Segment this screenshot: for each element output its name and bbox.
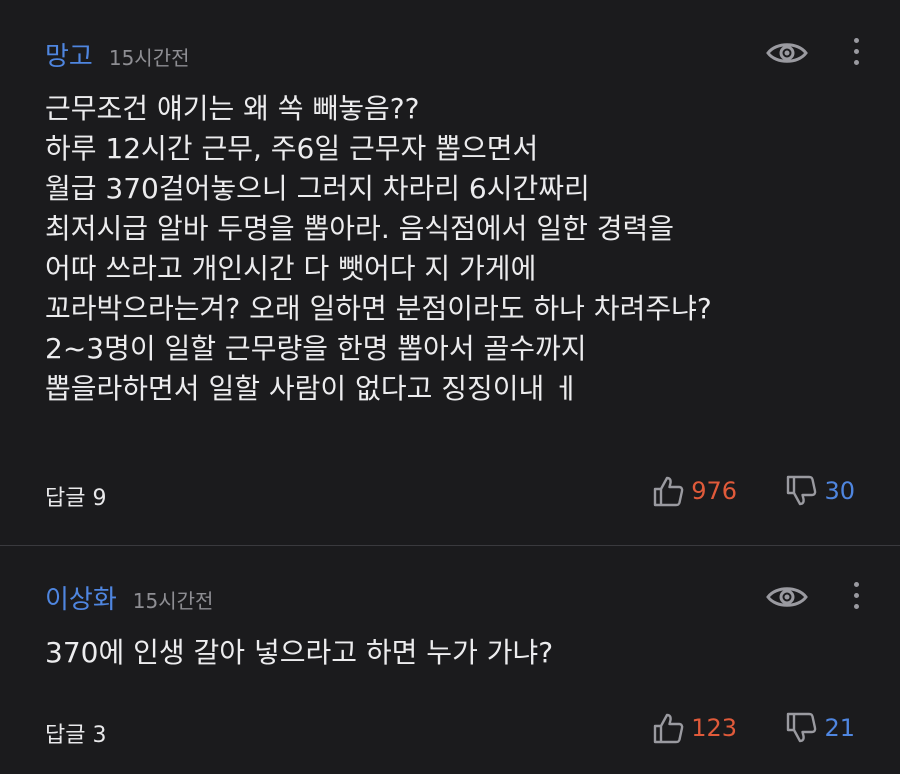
dislike-count: 30 — [824, 477, 855, 505]
comment-author[interactable]: 망고 — [45, 36, 93, 73]
like-count: 123 — [691, 714, 737, 742]
dislike-button[interactable]: 21 — [784, 711, 855, 745]
comment-footer: 답글 9 976 30 — [45, 474, 855, 514]
comment-time: 15시간전 — [108, 46, 190, 70]
eye-icon[interactable] — [766, 40, 808, 66]
reply-button[interactable]: 답글 3 — [45, 717, 106, 749]
comment: 망고 15시간전 근무조건 얘기는 왜 쏙 빼놓음?? 하루 12시간 근무, … — [0, 0, 900, 546]
comment-text: 근무조건 얘기는 왜 쏙 빼놓음?? 하루 12시간 근무, 주6일 근무자 뽑… — [45, 92, 712, 405]
like-button[interactable]: 976 — [651, 474, 737, 508]
thumbs-up-icon — [653, 713, 684, 744]
comment-time: 15시간전 — [132, 589, 214, 613]
dislike-count: 21 — [824, 714, 855, 742]
comment-footer: 답글 3 123 21 — [45, 711, 855, 751]
comment-header: 망고 15시간전 — [45, 36, 190, 73]
more-options-icon[interactable] — [852, 38, 860, 68]
dislike-button[interactable]: 30 — [784, 474, 855, 508]
reply-button[interactable]: 답글 9 — [45, 480, 106, 512]
comment-header: 이상화 15시간전 — [45, 579, 213, 616]
eye-icon[interactable] — [766, 584, 808, 610]
comment: 이상화 15시간전 370에 인생 갈아 넣으라고 하면 누가 가냐? 답글 3… — [0, 546, 900, 774]
like-button[interactable]: 123 — [651, 711, 737, 745]
thumbs-down-icon — [787, 475, 817, 506]
comment-text: 370에 인생 갈아 넣으라고 하면 누가 가냐? — [45, 636, 554, 669]
comment-author[interactable]: 이상화 — [45, 579, 117, 616]
more-options-icon[interactable] — [852, 582, 860, 612]
thumbs-up-icon — [653, 476, 684, 507]
thumbs-down-icon — [787, 712, 817, 743]
like-count: 976 — [691, 477, 737, 505]
